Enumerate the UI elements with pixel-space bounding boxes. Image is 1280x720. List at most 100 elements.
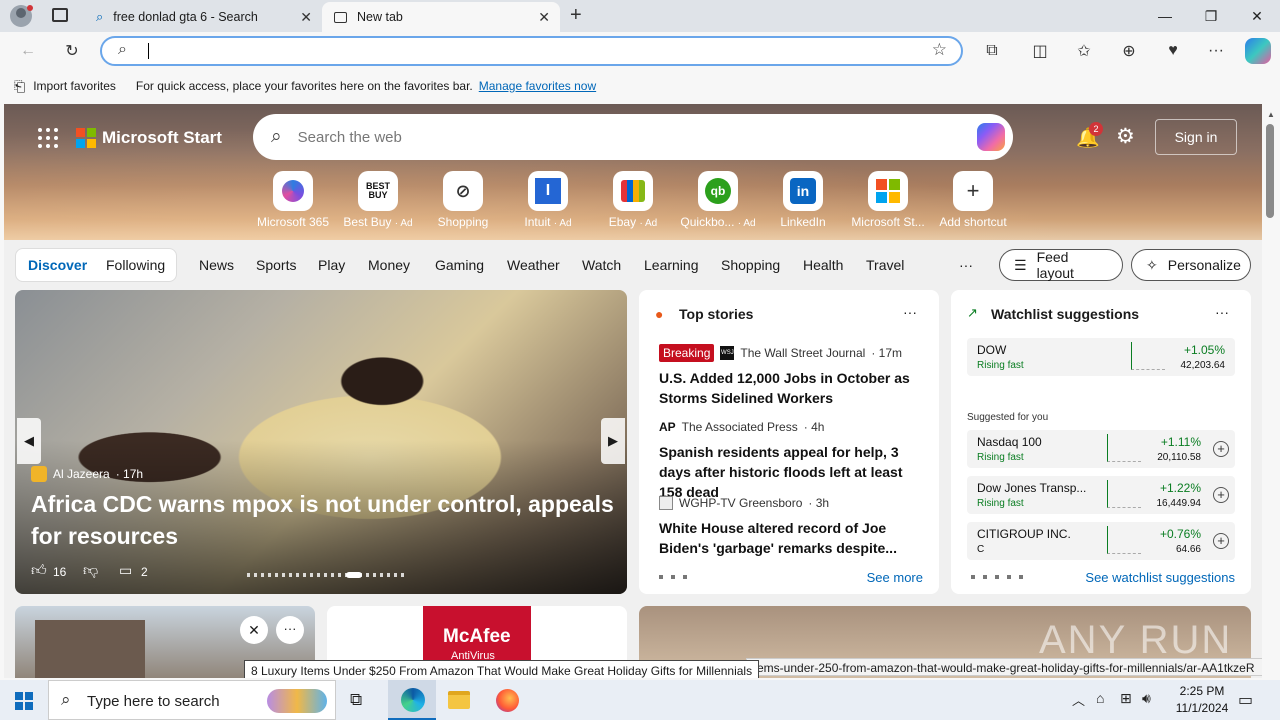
hero-story-card[interactable]: ◀ ▶ Al Jazeera · 17h Africa CDC warns mpo… <box>15 290 627 594</box>
minimize-button[interactable]: — <box>1142 0 1188 32</box>
more-menu-icon[interactable]: ··· <box>1204 40 1228 62</box>
nav-news[interactable]: News <box>199 257 234 273</box>
comment-icon[interactable]: ▭ <box>119 562 132 579</box>
add-to-watchlist-button[interactable]: + <box>1213 533 1229 549</box>
tray-chevron-icon[interactable]: ︿ <box>1072 690 1085 709</box>
sign-in-button[interactable]: Sign in <box>1155 119 1237 155</box>
taskbar-search-input[interactable]: Type here to search <box>87 693 220 710</box>
nav-play[interactable]: Play <box>318 257 345 273</box>
shortcut-best-buy[interactable]: BEST BUY Best Buy · Ad <box>337 171 419 229</box>
watchlist-more-button[interactable]: ··· <box>1215 304 1229 320</box>
story-headline[interactable]: Spanish residents appeal for help, 3 day… <box>659 442 929 502</box>
shortcut-add[interactable]: + Add shortcut <box>932 171 1014 229</box>
network-icon[interactable]: ⌂ <box>1096 690 1104 706</box>
nav-travel[interactable]: Travel <box>866 257 904 273</box>
nav-watch[interactable]: Watch <box>582 257 621 273</box>
address-input[interactable] <box>148 43 149 59</box>
close-tab-icon[interactable]: ✕ <box>300 9 312 26</box>
story-headline[interactable]: White House altered record of Joe Biden'… <box>659 518 921 558</box>
clock-time[interactable]: 2:25 PM <box>1172 684 1232 698</box>
apps-launcher-icon[interactable] <box>38 128 58 148</box>
profile-avatar[interactable] <box>10 5 33 27</box>
tab-search[interactable]: ⌕ free donlad gta 6 - Search ✕ <box>84 2 322 32</box>
windows-start-icon[interactable] <box>15 692 33 710</box>
volume-icon[interactable]: 🔊︎ <box>1142 690 1151 707</box>
file-explorer-icon[interactable] <box>448 691 470 709</box>
personalize-button[interactable]: ✧ Personalize <box>1131 249 1251 281</box>
feed-layout-button[interactable]: ☰ Feed layout <box>999 249 1123 281</box>
carousel-next-button[interactable]: ▶ <box>601 418 625 464</box>
ethernet-icon[interactable]: ⊞ <box>1120 690 1132 707</box>
refresh-icon[interactable]: ↻ <box>60 40 84 62</box>
microsoft-logo[interactable] <box>76 128 96 148</box>
see-watchlist-link[interactable]: See watchlist suggestions <box>1085 570 1235 585</box>
tab-discover[interactable]: Discover <box>28 257 87 273</box>
nav-shopping[interactable]: Shopping <box>721 257 780 273</box>
copilot-icon[interactable] <box>977 123 1005 151</box>
story-headline[interactable]: U.S. Added 12,000 Jobs in October as Sto… <box>659 368 921 408</box>
like-icon[interactable]: 👍︎ <box>31 562 47 580</box>
favorite-star-icon[interactable]: ☆ <box>932 40 947 60</box>
watchlist-row[interactable]: CITIGROUP INC. C +0.76% 64.66 + <box>967 522 1235 560</box>
shortcut-microsoft-365[interactable]: Microsoft 365 <box>252 171 334 229</box>
add-to-watchlist-button[interactable]: + <box>1213 487 1229 503</box>
tab-actions-icon[interactable] <box>52 8 68 22</box>
shortcut-ebay[interactable]: Ebay · Ad <box>592 171 674 229</box>
hero-headline[interactable]: Africa CDC warns mpox is not under contr… <box>31 488 621 552</box>
firefox-icon[interactable] <box>496 689 519 712</box>
manage-favorites-link[interactable]: Manage favorites now <box>479 79 596 93</box>
scroll-up-icon[interactable]: ▲ <box>1267 110 1275 119</box>
tab-following[interactable]: Following <box>106 257 165 273</box>
import-favorites-button[interactable]: Import favorites <box>33 79 116 93</box>
web-search-box[interactable]: ⌕ Search the web <box>253 114 1013 160</box>
extensions-icon[interactable]: ⧉ <box>980 40 1004 62</box>
split-screen-icon[interactable]: ◫ <box>1028 40 1052 62</box>
shortcut-linkedin[interactable]: in LinkedIn <box>762 171 844 229</box>
nav-money[interactable]: Money <box>368 257 410 273</box>
browser-essentials-icon[interactable]: ♥ <box>1161 40 1185 62</box>
watchlist-row-dow[interactable]: DOW Rising fast +1.05% 42,203.64 <box>967 338 1235 376</box>
address-bar[interactable]: ⌕ ☆ <box>100 36 963 66</box>
collections-icon[interactable]: ⊕ <box>1117 40 1141 62</box>
nav-weather[interactable]: Weather <box>507 257 560 273</box>
nav-health[interactable]: Health <box>803 257 843 273</box>
taskbar-search-box[interactable]: ⌕ Type here to search <box>48 680 336 720</box>
web-search-input[interactable]: Search the web <box>298 129 402 146</box>
close-tab-icon[interactable]: ✕ <box>538 9 550 26</box>
shortcut-quickbooks[interactable]: qb Quickbo... · Ad <box>677 171 759 229</box>
brand-title[interactable]: Microsoft Start <box>102 128 222 148</box>
pagination-dots <box>971 575 1023 579</box>
nav-gaming[interactable]: Gaming <box>435 257 484 273</box>
add-to-watchlist-button[interactable]: + <box>1213 441 1229 457</box>
watchlist-row[interactable]: Nasdaq 100 Rising fast +1.11% 20,110.58 … <box>967 430 1235 468</box>
new-tab-button[interactable]: + <box>570 4 582 27</box>
import-favorites-icon[interactable]: ⎗ <box>14 78 25 95</box>
shortcut-microsoft-store[interactable]: Microsoft St... <box>847 171 929 229</box>
tab-new-tab[interactable]: New tab ✕ <box>322 2 560 32</box>
dismiss-icon[interactable]: ✕ <box>240 616 268 644</box>
nav-more-button[interactable]: ··· <box>959 257 973 273</box>
back-icon[interactable]: ← <box>16 40 40 62</box>
watchlist-row[interactable]: Dow Jones Transp... Rising fast +1.22% 1… <box>967 476 1235 514</box>
story-image <box>35 620 145 678</box>
shortcut-intuit[interactable]: I Intuit · Ad <box>507 171 589 229</box>
edge-taskbar-icon[interactable] <box>388 680 436 720</box>
copilot-icon[interactable] <box>1245 38 1271 64</box>
top-stories-more-button[interactable]: ··· <box>903 304 917 320</box>
settings-gear-icon[interactable]: ⚙ <box>1116 124 1135 149</box>
nav-sports[interactable]: Sports <box>256 257 296 273</box>
clock-date[interactable]: 11/1/2024 <box>1172 701 1232 715</box>
favorites-icon[interactable]: ✩ <box>1072 40 1096 62</box>
see-more-link[interactable]: See more <box>867 570 923 585</box>
notifications-center-icon[interactable]: ▭ <box>1238 690 1253 710</box>
task-view-icon[interactable]: ⧉ <box>350 690 362 710</box>
close-window-button[interactable]: ✕ <box>1234 0 1280 32</box>
nav-learning[interactable]: Learning <box>644 257 699 273</box>
shortcut-shopping[interactable]: ⊘ Shopping <box>422 171 504 229</box>
dislike-icon[interactable]: 👎︎ <box>83 562 98 580</box>
card-more-button[interactable]: ··· <box>276 616 304 644</box>
scroll-thumb[interactable] <box>1266 124 1274 218</box>
carousel-prev-button[interactable]: ◀ <box>17 418 41 464</box>
restore-button[interactable]: ❐ <box>1188 0 1234 32</box>
page-scrollbar[interactable]: ▲ <box>1262 104 1280 678</box>
